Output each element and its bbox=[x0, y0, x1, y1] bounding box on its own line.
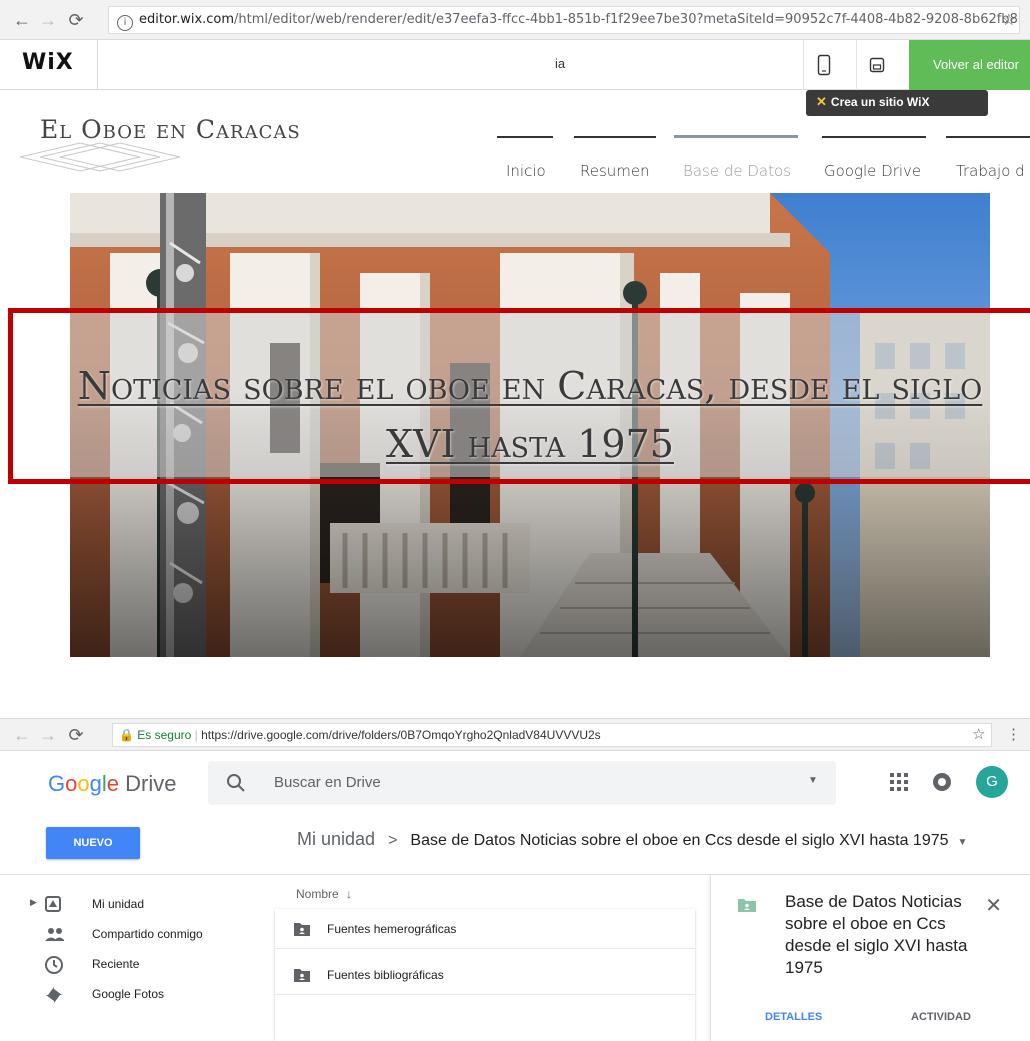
nav-label: Trabajo d bbox=[956, 162, 1025, 180]
close-icon[interactable]: ✕ bbox=[985, 893, 1002, 918]
forward-arrow-icon[interactable]: → bbox=[38, 10, 58, 30]
nav-label: Google Drive bbox=[824, 162, 922, 180]
notifications-icon[interactable] bbox=[932, 772, 952, 792]
reload-icon[interactable]: ⟳ bbox=[66, 10, 86, 30]
drive-toolbar: NUEVO Mi unidad > Base de Datos Noticias… bbox=[0, 815, 1030, 875]
details-panel: Base de Datos Noticias sobre el oboe en … bbox=[710, 875, 1030, 1041]
file-row[interactable]: Fuentes hemerográficas bbox=[275, 909, 695, 949]
back-arrow-icon[interactable]: ← bbox=[12, 10, 32, 30]
details-title: Base de Datos Noticias sobre el oboe en … bbox=[785, 892, 968, 977]
create-wix-site-tooltip[interactable]: ✕ Crea un sitio WiX bbox=[806, 90, 988, 116]
nav-underline bbox=[497, 136, 553, 138]
drive-sidebar: ▶ Mi unidad Compartido conmigo Reciente … bbox=[0, 875, 260, 1041]
file-list-panel: Fuentes hemerográficas Fuentes bibliográ… bbox=[275, 909, 695, 1041]
file-name: Fuentes bibliográficas bbox=[327, 968, 444, 982]
tab-detalles[interactable]: DETALLES bbox=[765, 1011, 822, 1023]
drive-header: Google Drive Buscar en Drive ▼ G bbox=[0, 751, 1030, 815]
page-selector[interactable]: ia bbox=[555, 56, 565, 71]
wix-editor-window: ← → ⟳ i editor.wix.com/html/editor/web/re… bbox=[0, 0, 1030, 660]
nav-item-inicio[interactable]: Inicio bbox=[490, 125, 570, 185]
back-to-editor-button[interactable]: Volver al editor bbox=[909, 40, 1030, 90]
google-drive-logo[interactable]: Google Drive bbox=[48, 771, 176, 797]
apps-grid-icon[interactable] bbox=[890, 773, 908, 791]
url-text: https://drive.google.com/drive/folders/0… bbox=[201, 728, 601, 742]
search-box[interactable]: Buscar en Drive ▼ bbox=[208, 761, 836, 805]
nav-underline bbox=[946, 136, 1030, 138]
wix-x-icon: ✕ bbox=[816, 94, 827, 109]
photos-icon bbox=[46, 987, 62, 1003]
sidebar-item-label: Compartido conmigo bbox=[92, 927, 203, 941]
url-path: /html/editor/web/renderer/edit/e37eefa3-… bbox=[234, 12, 1018, 27]
sidebar-item-mi-unidad[interactable]: ▶ Mi unidad bbox=[0, 889, 260, 919]
secure-label: Es seguro bbox=[137, 728, 192, 742]
avatar[interactable]: G bbox=[976, 766, 1008, 798]
sidebar-item-google-fotos[interactable]: Google Fotos bbox=[0, 979, 260, 1009]
bookmark-star-icon[interactable]: ☆ bbox=[1002, 10, 1016, 30]
sidebar-item-reciente[interactable]: Reciente bbox=[0, 949, 260, 979]
wix-logo[interactable]: WiX bbox=[22, 50, 74, 75]
expand-arrow-icon[interactable]: ▶ bbox=[30, 897, 37, 908]
breadcrumb-root[interactable]: Mi unidad bbox=[297, 829, 375, 849]
menu-dots-icon[interactable]: ⋮ bbox=[1006, 725, 1021, 743]
breadcrumb-dropdown-icon[interactable]: ▼ bbox=[958, 837, 968, 848]
bookmark-star-icon[interactable]: ☆ bbox=[972, 725, 985, 743]
save-icon bbox=[869, 57, 884, 73]
highlight-box bbox=[8, 308, 1030, 484]
column-header-label: Nombre bbox=[296, 887, 339, 901]
back-arrow-icon[interactable]: ← bbox=[12, 725, 32, 745]
breadcrumb-separator: > bbox=[388, 832, 398, 849]
forward-arrow-icon[interactable]: → bbox=[38, 725, 58, 745]
reload-icon[interactable]: ⟳ bbox=[66, 725, 86, 745]
breadcrumb: Mi unidad > Base de Datos Noticias sobre… bbox=[297, 829, 967, 850]
mobile-icon bbox=[817, 54, 830, 76]
sidebar-item-compartido[interactable]: Compartido conmigo bbox=[0, 919, 260, 949]
shared-folder-icon bbox=[738, 899, 756, 912]
mobile-view-button[interactable] bbox=[803, 40, 843, 90]
search-options-icon[interactable]: ▼ bbox=[808, 775, 818, 786]
new-button[interactable]: NUEVO bbox=[46, 827, 140, 859]
nav-label: Base de Datos bbox=[683, 162, 791, 180]
browser-toolbar: ← → ⟳ 🔒 Es seguro | https://drive.google… bbox=[0, 719, 1030, 751]
address-bar[interactable]: 🔒 Es seguro | https://drive.google.com/d… bbox=[112, 723, 992, 747]
logo-google: Google bbox=[48, 771, 120, 796]
address-bar[interactable]: i editor.wix.com/html/editor/web/renderer… bbox=[108, 6, 1020, 34]
search-input[interactable]: Buscar en Drive bbox=[274, 774, 381, 791]
nav-item-resumen[interactable]: Resumen bbox=[570, 125, 670, 185]
shared-folder-icon bbox=[294, 969, 310, 982]
url-host: editor.wix.com bbox=[139, 12, 235, 27]
clock-icon bbox=[45, 956, 63, 974]
site-title[interactable]: El Oboe en Caracas bbox=[40, 115, 301, 144]
nav-item-trabajo[interactable]: Trabajo d bbox=[940, 125, 1030, 185]
save-button[interactable] bbox=[856, 40, 896, 90]
breadcrumb-current[interactable]: Base de Datos Noticias sobre el oboe en … bbox=[410, 832, 948, 849]
nav-label: Resumen bbox=[580, 162, 650, 180]
search-icon bbox=[227, 774, 245, 792]
lock-icon: 🔒 bbox=[119, 728, 134, 742]
column-header-name[interactable]: Nombre ↓ bbox=[296, 887, 352, 901]
file-name: Fuentes hemerográficas bbox=[327, 922, 457, 936]
sidebar-item-label: Google Fotos bbox=[92, 987, 165, 1001]
site-navigation: Inicio Resumen Base de Datos Google Driv… bbox=[490, 125, 1030, 185]
people-icon bbox=[45, 928, 64, 941]
nav-underline-active bbox=[674, 135, 798, 138]
logo-drive: Drive bbox=[125, 771, 177, 796]
sidebar-item-label: Reciente bbox=[92, 957, 140, 971]
browser-toolbar: ← → ⟳ i editor.wix.com/html/editor/web/re… bbox=[0, 0, 1030, 40]
sidebar-item-label: Mi unidad bbox=[92, 897, 145, 911]
file-row[interactable]: Fuentes bibliográficas bbox=[275, 955, 695, 995]
divider bbox=[97, 40, 98, 90]
nav-item-base-de-datos[interactable]: Base de Datos bbox=[670, 125, 810, 185]
tooltip-label: Crea un sitio WiX bbox=[830, 95, 930, 109]
sort-arrow-icon: ↓ bbox=[346, 887, 353, 901]
nav-item-google-drive[interactable]: Google Drive bbox=[810, 125, 940, 185]
drive-icon bbox=[45, 896, 61, 912]
nav-underline bbox=[822, 136, 926, 138]
shared-folder-icon bbox=[294, 923, 310, 936]
info-icon: i bbox=[117, 15, 133, 31]
tab-actividad[interactable]: ACTIVIDAD bbox=[911, 1011, 971, 1023]
nav-label: Inicio bbox=[506, 162, 546, 180]
google-drive-window: ← → ⟳ 🔒 Es seguro | https://drive.google… bbox=[0, 718, 1030, 1041]
nav-underline bbox=[574, 136, 656, 138]
wix-editor-topbar: WiX ia Volver al editor bbox=[0, 40, 1030, 90]
